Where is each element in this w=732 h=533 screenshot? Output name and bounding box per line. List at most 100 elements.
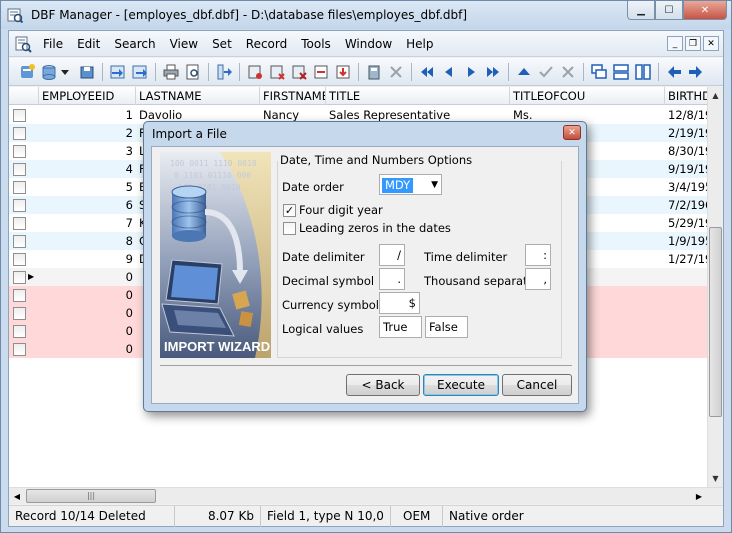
row-delete-checkbox[interactable] [13,163,26,176]
row-delete-checkbox[interactable] [13,325,26,338]
vertical-scrollbar[interactable]: ▲ ▼ [707,87,723,487]
cell-birthdate[interactable]: 5/29/19 [665,214,707,232]
last-record-icon[interactable] [483,62,503,82]
scroll-left-arrow-icon[interactable]: ◀ [9,488,25,504]
vertical-scroll-thumb[interactable] [709,227,722,417]
time-delimiter-input[interactable]: : [525,244,551,266]
cell-employeeid[interactable]: 6 [39,196,136,214]
row-delete-checkbox[interactable] [13,253,26,266]
tile-horizontal-icon[interactable] [611,62,631,82]
scroll-down-arrow-icon[interactable]: ▼ [708,470,723,486]
row-delete-checkbox[interactable] [13,271,26,284]
cell-birthdate[interactable] [665,304,707,322]
cell-employeeid[interactable]: 0 [39,286,136,304]
close-button[interactable]: ✕ [683,1,727,20]
minimize-button[interactable]: ▁ [627,1,655,20]
decimal-symbol-input[interactable]: . [379,268,405,290]
scroll-up-icon[interactable] [514,62,534,82]
scroll-up-arrow-icon[interactable]: ▲ [708,87,723,103]
modify-structure-icon[interactable] [245,62,265,82]
open-table-icon[interactable] [39,62,59,82]
new-table-icon[interactable] [17,62,37,82]
zap-icon[interactable] [289,62,309,82]
filter-icon[interactable] [364,62,384,82]
cell-birthdate[interactable] [665,322,707,340]
cell-birthdate[interactable]: 1/9/195 [665,232,707,250]
column-header[interactable]: BIRTHD [665,87,707,105]
date-delimiter-input[interactable]: / [379,244,405,266]
open-dropdown-icon[interactable] [59,62,71,82]
cascade-icon[interactable] [589,62,609,82]
mdi-close-button[interactable]: ✕ [703,36,719,51]
save-icon[interactable] [77,62,97,82]
horizontal-scrollbar[interactable]: ◀ ||| ▶ [9,487,723,504]
row-delete-checkbox[interactable] [13,145,26,158]
cell-employeeid[interactable]: 0 [39,340,136,358]
menu-file[interactable]: File [37,37,71,51]
row-delete-checkbox[interactable] [13,289,26,302]
cell-birthdate[interactable]: 8/30/19 [665,142,707,160]
row-delete-checkbox[interactable] [13,109,26,122]
cell-birthdate[interactable]: 9/19/19 [665,160,707,178]
cell-birthdate[interactable]: 2/19/19 [665,124,707,142]
cell-birthdate[interactable]: 12/8/19 [665,106,707,124]
cell-birthdate[interactable] [665,340,707,358]
cell-employeeid[interactable]: 0 [39,304,136,322]
print-icon[interactable] [161,62,181,82]
title-bar[interactable]: DBF Manager - [employes_dbf.dbf] - D:\da… [1,1,731,29]
logical-true-input[interactable]: True [379,316,422,338]
export-icon[interactable] [130,62,150,82]
print-preview-icon[interactable] [183,62,203,82]
import-icon[interactable] [108,62,128,82]
cell-employeeid[interactable]: 9 [39,250,136,268]
column-header[interactable]: FIRSTNAME [260,87,326,105]
currency-symbol-input[interactable]: $ [379,292,420,314]
menu-search[interactable]: Search [108,37,163,51]
scroll-right-arrow-icon[interactable]: ▶ [691,488,707,504]
next-record-icon[interactable] [461,62,481,82]
menu-set[interactable]: Set [206,37,240,51]
cell-birthdate[interactable]: 1/27/19 [665,250,707,268]
cell-birthdate[interactable]: 3/4/195 [665,178,707,196]
column-header[interactable]: LASTNAME [136,87,260,105]
column-header[interactable]: EMPLOYEEID [39,87,136,105]
first-record-icon[interactable] [417,62,437,82]
menu-tools[interactable]: Tools [295,37,339,51]
cell-birthdate[interactable]: 7/2/196 [665,196,707,214]
delete-record-icon[interactable] [311,62,331,82]
maximize-button[interactable]: ☐ [655,1,683,20]
column-header[interactable]: TITLEOFCOU [510,87,665,105]
back-button[interactable]: < Back [346,374,420,396]
date-order-select[interactable]: MDY ▼ [379,174,442,195]
cell-employeeid[interactable]: 8 [39,232,136,250]
cell-employeeid[interactable]: 3 [39,142,136,160]
horizontal-scroll-thumb[interactable]: ||| [26,489,156,503]
row-delete-checkbox[interactable] [13,343,26,356]
cell-employeeid[interactable]: 2 [39,124,136,142]
cell-employeeid[interactable]: 7 [39,214,136,232]
dialog-close-icon[interactable]: ✕ [563,125,581,140]
goto-field-icon[interactable] [214,62,234,82]
prior-record-icon[interactable] [439,62,459,82]
leading-zeros-checkbox[interactable] [283,222,296,235]
thousand-separator-input[interactable]: , [525,268,551,290]
forward-arrow-icon[interactable] [686,62,706,82]
cancel-button[interactable]: Cancel [502,374,572,396]
cell-employeeid[interactable]: 0 [39,322,136,340]
back-arrow-icon[interactable] [664,62,684,82]
cell-birthdate[interactable] [665,286,707,304]
pack-icon[interactable] [267,62,287,82]
cell-employeeid[interactable]: 4 [39,160,136,178]
menu-view[interactable]: View [164,37,206,51]
cell-employeeid[interactable]: 1 [39,106,136,124]
row-delete-checkbox[interactable] [13,217,26,230]
menu-help[interactable]: Help [400,37,441,51]
menu-edit[interactable]: Edit [71,37,108,51]
insert-record-icon[interactable] [333,62,353,82]
row-delete-checkbox[interactable] [13,307,26,320]
cell-employeeid[interactable]: 0 [39,268,136,286]
row-delete-checkbox[interactable] [13,181,26,194]
row-delete-checkbox[interactable] [13,127,26,140]
logical-false-input[interactable]: False [425,316,468,338]
row-delete-checkbox[interactable] [13,235,26,248]
